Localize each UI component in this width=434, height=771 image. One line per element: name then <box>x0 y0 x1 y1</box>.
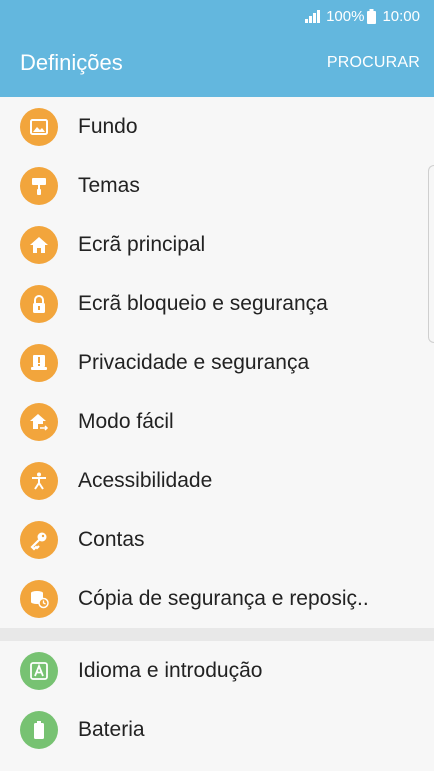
setting-label: Fundo <box>78 114 138 138</box>
wallpaper-icon <box>20 107 58 146</box>
setting-wallpaper[interactable]: Fundo <box>0 97 434 156</box>
setting-label: Modo fácil <box>78 409 174 433</box>
settings-list: Fundo Temas Ecrã principal Ecrã bloqueio… <box>0 97 434 759</box>
key-icon <box>20 520 58 559</box>
setting-battery[interactable]: Bateria <box>0 700 434 759</box>
language-icon <box>20 651 58 690</box>
paint-roller-icon <box>20 166 58 205</box>
setting-easy-mode[interactable]: Modo fácil <box>0 392 434 451</box>
group-divider <box>0 628 434 641</box>
setting-label: Acessibilidade <box>78 468 213 492</box>
setting-themes[interactable]: Temas <box>0 156 434 215</box>
setting-privacy[interactable]: Privacidade e segurança <box>0 333 434 392</box>
accessibility-icon <box>20 461 58 500</box>
search-button[interactable]: PROCURAR <box>327 54 420 72</box>
signal-icon <box>305 9 321 23</box>
setting-label: Contas <box>78 527 145 551</box>
backup-icon <box>20 579 58 618</box>
battery-icon <box>20 710 58 749</box>
setting-label: Temas <box>78 173 140 197</box>
clock: 10:00 <box>382 7 420 25</box>
settings-group-system: Idioma e introdução Bateria <box>0 641 434 759</box>
setting-language[interactable]: Idioma e introdução <box>0 641 434 700</box>
setting-home-screen[interactable]: Ecrã principal <box>0 215 434 274</box>
home-icon <box>20 225 58 264</box>
setting-label: Ecrã bloqueio e segurança <box>78 291 328 315</box>
easy-mode-icon <box>20 402 58 441</box>
setting-label: Cópia de segurança e reposiç.. <box>78 586 369 610</box>
setting-backup[interactable]: Cópia de segurança e reposiç.. <box>0 569 434 628</box>
privacy-icon <box>20 343 58 382</box>
status-bar: 100% 10:00 <box>305 6 420 26</box>
setting-accessibility[interactable]: Acessibilidade <box>0 451 434 510</box>
setting-label: Privacidade e segurança <box>78 350 310 374</box>
lock-icon <box>20 284 58 323</box>
scroll-edge-handle[interactable] <box>428 165 434 343</box>
page-title: Definições <box>20 50 123 75</box>
setting-label: Idioma e introdução <box>78 658 263 682</box>
setting-label: Ecrã principal <box>78 232 206 256</box>
setting-lock-screen[interactable]: Ecrã bloqueio e segurança <box>0 274 434 333</box>
battery-status-icon <box>367 8 377 24</box>
setting-accounts[interactable]: Contas <box>0 510 434 569</box>
settings-group-main: Fundo Temas Ecrã principal Ecrã bloqueio… <box>0 97 434 628</box>
setting-label: Bateria <box>78 717 145 741</box>
battery-percent: 100% <box>326 7 365 25</box>
app-header: 100% 10:00 Definições PROCURAR <box>0 0 434 97</box>
